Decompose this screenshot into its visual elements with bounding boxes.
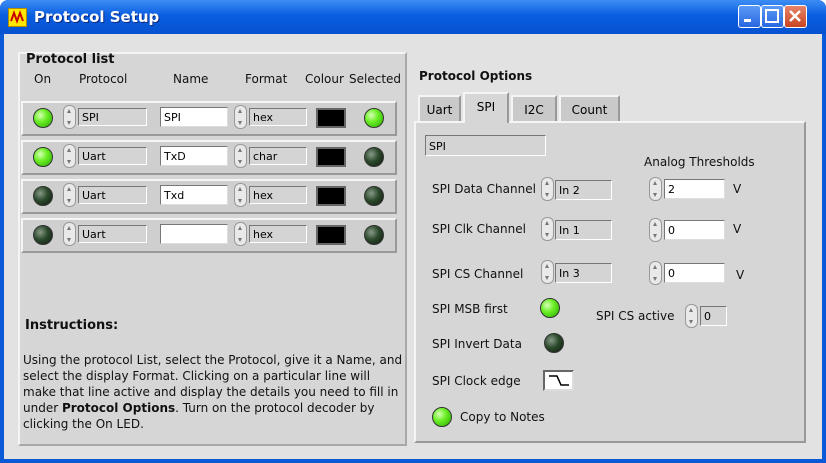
spi-data-channel-display: In 2: [555, 180, 612, 200]
close-button[interactable]: [784, 5, 807, 28]
msb-first-led[interactable]: [540, 298, 560, 318]
header-colour: Colour: [305, 72, 344, 86]
header-protocol: Protocol: [79, 72, 128, 86]
protocol-stepper-icon[interactable]: [63, 183, 76, 207]
colour-box[interactable]: [316, 186, 346, 206]
protocol-display: SPI: [78, 108, 147, 126]
instructions-title: Instructions:: [25, 318, 119, 333]
selected-led[interactable]: [364, 186, 384, 206]
data-channel-stepper-icon[interactable]: [541, 177, 554, 201]
header-on: On: [34, 72, 52, 86]
header-format: Format: [245, 72, 288, 86]
tab-spi[interactable]: SPI: [463, 92, 509, 123]
format-display: hex: [249, 186, 307, 204]
protocol-setup-window: Protocol Setup Protocol list On Protocol…: [0, 0, 826, 463]
maximize-button[interactable]: [761, 5, 784, 28]
name-input[interactable]: SPI: [160, 107, 228, 127]
maximize-icon: [765, 9, 779, 23]
protocol-stepper-icon[interactable]: [63, 105, 76, 129]
invert-data-led[interactable]: [544, 333, 564, 353]
protocol-options-title: Protocol Options: [419, 69, 533, 83]
title-bar[interactable]: Protocol Setup: [0, 0, 826, 34]
spi-invert-data-label: SPI Invert Data: [432, 337, 522, 351]
copy-to-notes-led[interactable]: [432, 407, 452, 427]
protocol-list-title: Protocol list: [26, 52, 115, 67]
protocol-display: Uart: [78, 147, 147, 165]
minimize-icon: [744, 19, 751, 22]
protocol-row[interactable]: SPI SPI hex: [21, 101, 397, 136]
unit-label: V: [733, 182, 742, 196]
spi-cs-channel-label: SPI CS Channel: [432, 267, 524, 281]
clk-channel-stepper-icon[interactable]: [541, 217, 554, 241]
on-led[interactable]: [33, 225, 53, 245]
tab-i2c[interactable]: I2C: [511, 95, 557, 122]
on-led[interactable]: [33, 108, 53, 128]
data-threshold-stepper-icon[interactable]: [649, 177, 662, 201]
format-stepper-icon[interactable]: [234, 222, 247, 246]
colour-box[interactable]: [316, 225, 346, 245]
spi-clock-edge-label: SPI Clock edge: [432, 374, 521, 388]
protocol-row[interactable]: Uart TxD char: [21, 140, 397, 175]
selected-led[interactable]: [364, 147, 384, 167]
unit-label: V: [736, 268, 745, 282]
clk-threshold-input[interactable]: 0: [664, 220, 725, 240]
colour-box[interactable]: [316, 147, 346, 167]
cs-active-stepper-icon[interactable]: [685, 304, 698, 328]
spi-clk-channel-label: SPI Clk Channel: [432, 222, 526, 236]
name-input[interactable]: TxD: [160, 146, 228, 166]
cs-threshold-input[interactable]: 0: [664, 263, 725, 283]
clk-threshold-stepper-icon[interactable]: [649, 218, 662, 242]
spi-clk-channel-display: In 1: [555, 220, 612, 240]
on-led[interactable]: [33, 186, 53, 206]
protocol-row[interactable]: Uart hex: [21, 218, 397, 253]
cs-channel-stepper-icon[interactable]: [541, 260, 554, 284]
cs-threshold-stepper-icon[interactable]: [649, 261, 662, 285]
spi-cs-channel-display: In 3: [555, 263, 612, 283]
header-selected: Selected: [349, 72, 402, 86]
tab-uart[interactable]: Uart: [418, 95, 461, 122]
minimize-button[interactable]: [738, 5, 761, 28]
name-input[interactable]: Txd: [160, 185, 228, 205]
format-stepper-icon[interactable]: [234, 105, 247, 129]
cs-active-display: 0: [700, 306, 727, 326]
spi-msb-first-label: SPI MSB first: [432, 302, 508, 316]
header-name: Name: [173, 72, 209, 86]
instructions-text: Using the protocol List, select the Prot…: [23, 352, 403, 432]
protocol-row[interactable]: Uart Txd hex: [21, 179, 397, 214]
tab-count[interactable]: Count: [559, 95, 620, 122]
format-display: hex: [249, 225, 307, 243]
format-display: char: [249, 147, 307, 165]
unit-label: V: [733, 222, 742, 236]
clock-edge-button[interactable]: [543, 370, 574, 391]
window-title: Protocol Setup: [34, 8, 160, 26]
spi-header-display: SPI: [425, 135, 546, 156]
protocol-display: Uart: [78, 225, 147, 243]
name-input[interactable]: [160, 224, 228, 244]
format-stepper-icon[interactable]: [234, 183, 247, 207]
protocol-display: Uart: [78, 186, 147, 204]
colour-box[interactable]: [316, 108, 346, 128]
close-icon: [789, 10, 801, 22]
on-led[interactable]: [33, 147, 53, 167]
waveform-icon: [8, 8, 27, 27]
selected-led[interactable]: [364, 108, 384, 128]
protocol-stepper-icon[interactable]: [63, 222, 76, 246]
format-display: hex: [249, 108, 307, 126]
data-threshold-input[interactable]: 2: [664, 179, 725, 199]
analog-thresholds-label: Analog Thresholds: [644, 155, 755, 169]
instructions-bold-text: Protocol Options: [61, 401, 176, 415]
spi-data-channel-label: SPI Data Channel: [432, 182, 536, 196]
spi-cs-active-label: SPI CS active: [596, 309, 675, 323]
falling-edge-icon: [549, 375, 569, 386]
format-stepper-icon[interactable]: [234, 144, 247, 168]
selected-led[interactable]: [364, 225, 384, 245]
protocol-stepper-icon[interactable]: [63, 144, 76, 168]
copy-to-notes-label: Copy to Notes: [460, 410, 545, 424]
